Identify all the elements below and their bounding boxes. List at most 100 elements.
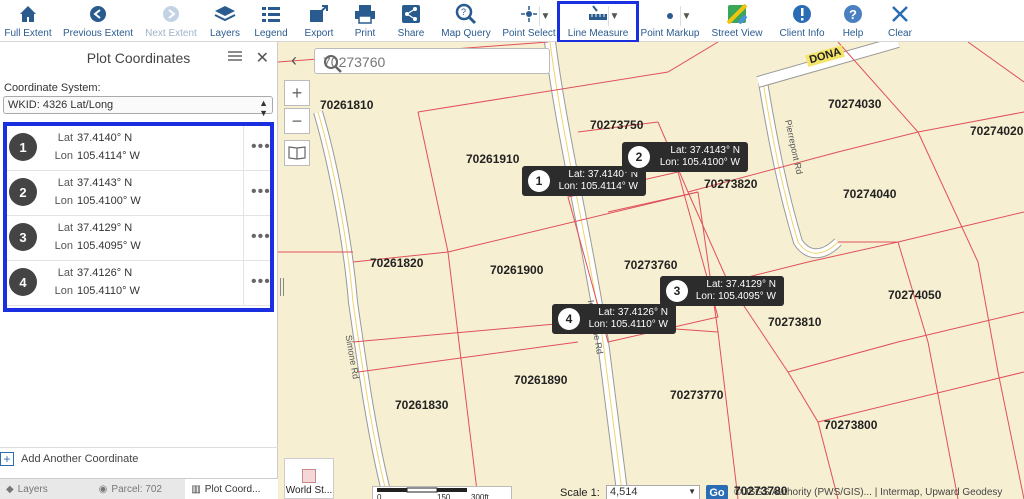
back-arrow-icon bbox=[86, 2, 110, 26]
row-divider bbox=[243, 126, 244, 170]
clear-button[interactable]: Clear bbox=[884, 0, 916, 42]
share-button[interactable]: Share bbox=[394, 0, 428, 42]
legend-icon bbox=[259, 2, 283, 26]
coordinate-callout[interactable]: 3 Lat: 37.4129° N Lon: 105.4095° W bbox=[660, 276, 784, 306]
parcel-label: 70261810 bbox=[320, 98, 374, 112]
lon-value: 105.4095° W bbox=[77, 240, 141, 252]
next-extent-button[interactable]: Next Extent bbox=[142, 0, 200, 42]
more-options-icon[interactable]: ••• bbox=[251, 273, 271, 291]
map-view[interactable]: 70261810 70273750 70274030 70274020 7026… bbox=[278, 42, 1024, 499]
scale-value: 4,514 bbox=[610, 486, 638, 498]
share-icon bbox=[399, 2, 423, 26]
plus-icon: + bbox=[0, 451, 14, 466]
lon-label: Lon bbox=[54, 285, 73, 297]
callout-number: 4 bbox=[558, 308, 580, 330]
line-measure-highlight bbox=[557, 1, 639, 43]
lon-value: 105.4114° W bbox=[77, 150, 140, 162]
list-menu-icon[interactable] bbox=[227, 50, 243, 66]
zoom-out-button[interactable]: − bbox=[284, 108, 310, 134]
lon-value: 105.4110° W bbox=[77, 285, 140, 297]
legend-button[interactable]: Legend bbox=[252, 0, 290, 42]
street-view-button[interactable]: Street View bbox=[712, 0, 762, 42]
go-button[interactable]: Go bbox=[706, 485, 728, 499]
previous-extent-button[interactable]: Previous Extent bbox=[62, 0, 134, 42]
info-icon bbox=[790, 2, 814, 26]
lon-value: 105.4100° W bbox=[77, 195, 141, 207]
map-search-input[interactable]: 70273760 bbox=[314, 48, 550, 74]
scale-label: Scale 1: bbox=[560, 487, 600, 499]
magnifier-icon: ? bbox=[454, 2, 478, 26]
more-options-icon[interactable]: ••• bbox=[251, 228, 271, 246]
lat-value: 37.4129° N bbox=[77, 222, 133, 234]
home-icon bbox=[16, 2, 40, 26]
tab-layers[interactable]: ◆ Layers bbox=[0, 479, 93, 499]
coordinate-system-label: Coordinate System: bbox=[4, 82, 101, 94]
collapse-panel-chevron-icon[interactable]: ‹ bbox=[282, 48, 306, 72]
scale-tick: 0 bbox=[377, 493, 382, 499]
coordinate-row[interactable]: 1 Lat 37.4140° N Lon 105.4114° W ••• bbox=[7, 126, 270, 171]
coordinate-row[interactable]: 2 Lat 37.4143° N Lon 105.4100° W ••• bbox=[7, 171, 270, 216]
search-icon[interactable] bbox=[323, 54, 343, 74]
callout-lon: Lon: 105.4095° W bbox=[695, 291, 776, 302]
roads bbox=[313, 42, 900, 499]
coordinate-callout[interactable]: 2 Lat: 37.4143° N Lon: 105.4100° W bbox=[622, 142, 748, 172]
add-another-coordinate-button[interactable]: + Add Another Coordinate bbox=[0, 447, 278, 469]
panel-tabs: ◆ Layers ◉ Parcel: 702 ▥ Plot Coord... bbox=[0, 478, 279, 499]
lon-label: Lon bbox=[54, 150, 73, 162]
chevron-down-icon: ▼ bbox=[688, 487, 696, 496]
row-divider bbox=[243, 216, 244, 260]
scale-select[interactable]: 4,514 ▼ bbox=[606, 485, 700, 499]
point-select-dropdown-icon[interactable]: ▼ bbox=[539, 6, 551, 26]
add-coordinate-label: Add Another Coordinate bbox=[21, 452, 139, 465]
callout-lat: Lat: 37.4126° N bbox=[598, 307, 668, 318]
parcel-label: 70274040 bbox=[843, 187, 897, 201]
row-divider bbox=[243, 261, 244, 305]
more-options-icon[interactable]: ••• bbox=[251, 138, 271, 156]
coordinate-number: 4 bbox=[9, 268, 37, 296]
callout-lon: Lon: 105.4114° W bbox=[558, 181, 638, 192]
coordinate-list: 1 Lat 37.4140° N Lon 105.4114° W ••• 2 L… bbox=[3, 122, 274, 312]
street-view-icon bbox=[725, 2, 749, 26]
tab-parcel[interactable]: ◉ Parcel: 702 bbox=[93, 479, 186, 499]
parcel-label: 70261830 bbox=[395, 398, 449, 412]
bookmarks-book-icon[interactable] bbox=[284, 140, 310, 166]
lat-value: 37.4143° N bbox=[77, 177, 133, 189]
parcel-label: 70273750 bbox=[590, 118, 644, 132]
parcel-label: 70273770 bbox=[670, 388, 724, 402]
select-arrows-icon: ▲ ▼ bbox=[259, 98, 268, 118]
lat-label: Lat bbox=[57, 222, 73, 234]
parcel-tab-icon: ◉ bbox=[98, 483, 108, 495]
map-query-button[interactable]: ? Map Query bbox=[440, 0, 492, 42]
coordinate-row[interactable]: 3 Lat 37.4129° N Lon 105.4095° W ••• bbox=[7, 216, 270, 261]
print-button[interactable]: Print bbox=[348, 0, 382, 42]
callout-number: 3 bbox=[666, 280, 688, 302]
basemap-thumbnail bbox=[302, 469, 316, 483]
help-icon: ? bbox=[841, 2, 865, 26]
point-markup-dropdown-icon[interactable]: ▼ bbox=[680, 6, 692, 26]
help-button[interactable]: ? Help bbox=[838, 0, 868, 42]
panel-splitter-handle[interactable] bbox=[280, 278, 284, 296]
layers-button[interactable]: Layers bbox=[208, 0, 242, 42]
lon-label: Lon bbox=[54, 195, 73, 207]
full-extent-button[interactable]: Full Extent bbox=[2, 0, 54, 42]
parcel-label: 70274030 bbox=[828, 97, 882, 111]
tab-plot-coordinates[interactable]: ▥ Plot Coord... bbox=[185, 479, 279, 499]
coordinate-number: 1 bbox=[9, 133, 37, 161]
zoom-in-button[interactable]: + bbox=[284, 80, 310, 106]
callout-lat: Lat: 37.4143° N bbox=[670, 145, 740, 156]
lat-label: Lat bbox=[57, 267, 73, 279]
panel-close-icon[interactable]: ✕ bbox=[256, 48, 269, 68]
parcel-label: 70274020 bbox=[970, 124, 1024, 138]
row-divider bbox=[243, 171, 244, 215]
coordinate-number: 2 bbox=[9, 178, 37, 206]
lat-label: Lat bbox=[57, 177, 73, 189]
coordinate-system-select[interactable]: WKID: 4326 Lat/Long ▲ ▼ bbox=[3, 96, 273, 118]
basemap-toggle-button[interactable]: World St... bbox=[284, 458, 334, 499]
parcel-label: 70273760 bbox=[624, 258, 678, 272]
coordinate-callout[interactable]: 4 Lat: 37.4126° N Lon: 105.4110° W bbox=[552, 304, 676, 334]
coordinate-row[interactable]: 4 Lat 37.4126° N Lon 105.4110° W ••• bbox=[7, 261, 270, 306]
export-button[interactable]: Export bbox=[300, 0, 338, 42]
callout-number: 2 bbox=[628, 146, 650, 168]
client-info-button[interactable]: Client Info bbox=[778, 0, 826, 42]
more-options-icon[interactable]: ••• bbox=[251, 183, 271, 201]
